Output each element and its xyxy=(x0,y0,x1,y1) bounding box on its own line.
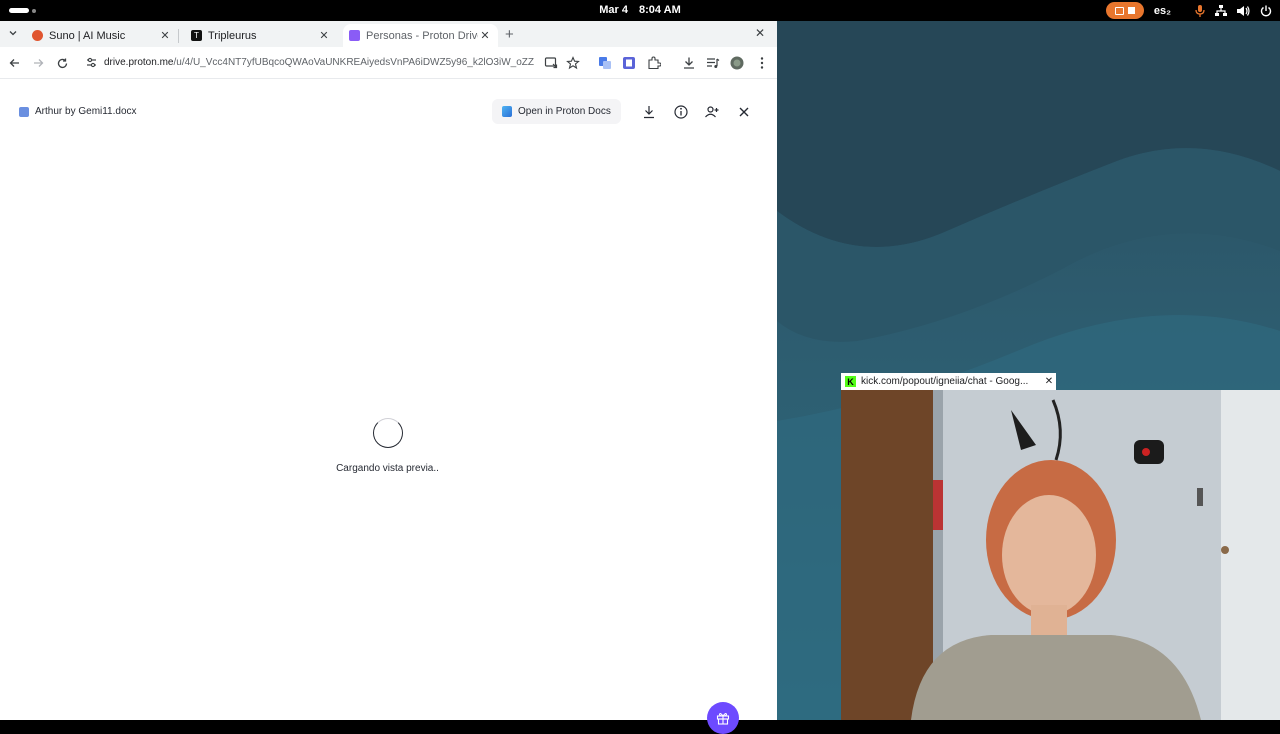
popout-title-bar[interactable]: K kick.com/popout/igneiia/chat - Goog...… xyxy=(841,373,1056,390)
loading-preview-text: Cargando vista previa.. xyxy=(336,463,439,474)
popout-title: kick.com/popout/igneiia/chat - Goog... xyxy=(861,376,1029,387)
close-preview-icon[interactable] xyxy=(736,104,752,120)
network-icon[interactable] xyxy=(1215,4,1227,17)
close-tab-icon[interactable]: ✕ xyxy=(478,29,492,42)
translate-extension-icon[interactable] xyxy=(598,56,612,70)
proton-docs-icon xyxy=(502,106,512,117)
new-tab-button[interactable]: + xyxy=(505,26,514,43)
file-name-header: Arthur by Gemi11.docx xyxy=(19,106,137,117)
reader-extension-icon[interactable] xyxy=(622,56,636,70)
window-close-button[interactable]: ✕ xyxy=(755,26,765,40)
kick-logo-icon: K xyxy=(845,376,856,387)
forward-arrow-icon xyxy=(33,59,43,67)
gift-offer-button[interactable] xyxy=(707,702,739,734)
forward-button[interactable] xyxy=(30,55,46,71)
profile-avatar-icon[interactable] xyxy=(730,56,744,70)
proton-drive-favicon-icon xyxy=(349,30,360,41)
site-settings-icon[interactable] xyxy=(86,57,97,68)
tab-title: Tripleurus xyxy=(208,29,257,42)
system-tray: es₂ xyxy=(1105,2,1272,19)
tab-strip: Suno | AI Music ✕ T Tripleurus ✕ Persona… xyxy=(0,21,777,47)
popout-close-icon[interactable]: ✕ xyxy=(1042,376,1056,387)
open-in-proton-docs-button[interactable]: Open in Proton Docs xyxy=(492,99,621,124)
back-arrow-icon xyxy=(9,59,19,67)
power-icon[interactable] xyxy=(1260,5,1272,17)
tab-title: Personas - Proton Drive xyxy=(366,29,478,42)
document-icon xyxy=(19,106,29,117)
suno-favicon-icon xyxy=(32,30,43,41)
open-button-label: Open in Proton Docs xyxy=(518,106,611,117)
system-top-bar: Mar 4 8:04 AM es₂ xyxy=(0,0,1280,21)
clock-time: 8:04 AM xyxy=(639,4,681,16)
tab-title: Suno | AI Music xyxy=(49,29,126,42)
file-details-info-icon[interactable] xyxy=(673,104,689,120)
gift-icon xyxy=(716,713,730,725)
tab-search-chevron-icon[interactable] xyxy=(8,28,18,38)
popout-window[interactable]: K kick.com/popout/igneiia/chat - Goog...… xyxy=(841,373,1280,720)
tripleurus-favicon-icon: T xyxy=(191,30,202,41)
volume-icon[interactable] xyxy=(1237,5,1250,17)
webcam-video xyxy=(841,390,1280,720)
download-icon[interactable] xyxy=(682,56,696,70)
screen-recording-indicator[interactable] xyxy=(1105,2,1144,19)
webcam-scene xyxy=(841,390,1280,720)
reload-button[interactable] xyxy=(54,55,70,71)
clock[interactable]: Mar 4 8:04 AM xyxy=(0,4,1280,16)
clock-date: Mar 4 xyxy=(599,4,628,16)
microphone-icon[interactable] xyxy=(1195,4,1205,17)
reload-icon xyxy=(57,58,67,68)
browser-window: Suno | AI Music ✕ T Tripleurus ✕ Persona… xyxy=(0,21,777,734)
browser-toolbar: drive.proton.me/u/4/U_Vcc4NT7yfUBqcoQWAo… xyxy=(0,47,777,79)
close-tab-icon[interactable]: ✕ xyxy=(158,29,172,42)
extensions-puzzle-icon[interactable] xyxy=(647,56,661,70)
url-path: /u/4/U_Vcc4NT7yfUBqcoQWAoVaUNKREAiyedsVn… xyxy=(173,57,534,68)
address-bar[interactable]: drive.proton.me/u/4/U_Vcc4NT7yfUBqcoQWAo… xyxy=(78,51,588,75)
tab-suno[interactable]: Suno | AI Music ✕ xyxy=(26,24,179,47)
back-button[interactable] xyxy=(6,55,22,71)
url-text: drive.proton.me/u/4/U_Vcc4NT7yfUBqcoQWAo… xyxy=(104,57,534,68)
bookmark-star-icon[interactable] xyxy=(566,56,580,70)
browser-menu-icon[interactable] xyxy=(755,56,769,70)
install-app-icon[interactable] xyxy=(544,56,558,70)
close-tab-icon[interactable]: ✕ xyxy=(317,29,331,42)
download-file-icon[interactable] xyxy=(641,104,657,120)
tab-tripleurus[interactable]: T Tripleurus ✕ xyxy=(185,24,337,47)
url-host: drive.proton.me xyxy=(104,57,174,68)
media-controls-icon[interactable] xyxy=(706,56,720,70)
loading-spinner xyxy=(373,418,403,448)
proton-drive-preview: Arthur by Gemi11.docx Open in Proton Doc… xyxy=(0,80,777,734)
tab-proton-drive[interactable]: Personas - Proton Drive ✕ xyxy=(343,24,498,47)
share-user-icon[interactable] xyxy=(704,104,720,120)
file-name: Arthur by Gemi11.docx xyxy=(35,106,137,117)
keyboard-layout-indicator[interactable]: es₂ xyxy=(1154,5,1171,17)
